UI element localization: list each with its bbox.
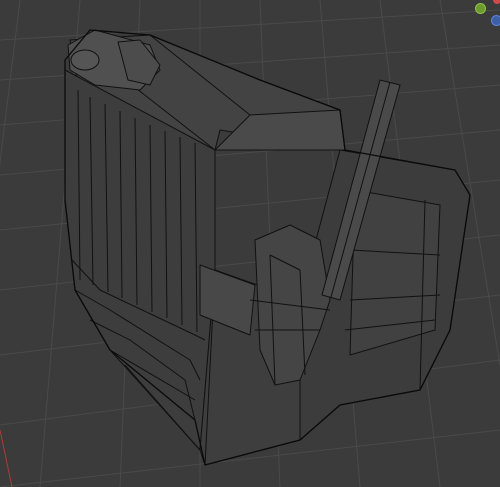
3d-viewport[interactable]: [0, 0, 500, 487]
tv-mesh[interactable]: [0, 0, 500, 487]
gizmo-x-axis-icon[interactable]: [493, 0, 500, 4]
gizmo-y-axis-icon[interactable]: [475, 3, 486, 14]
gizmo-z-axis-icon[interactable]: [491, 15, 500, 26]
